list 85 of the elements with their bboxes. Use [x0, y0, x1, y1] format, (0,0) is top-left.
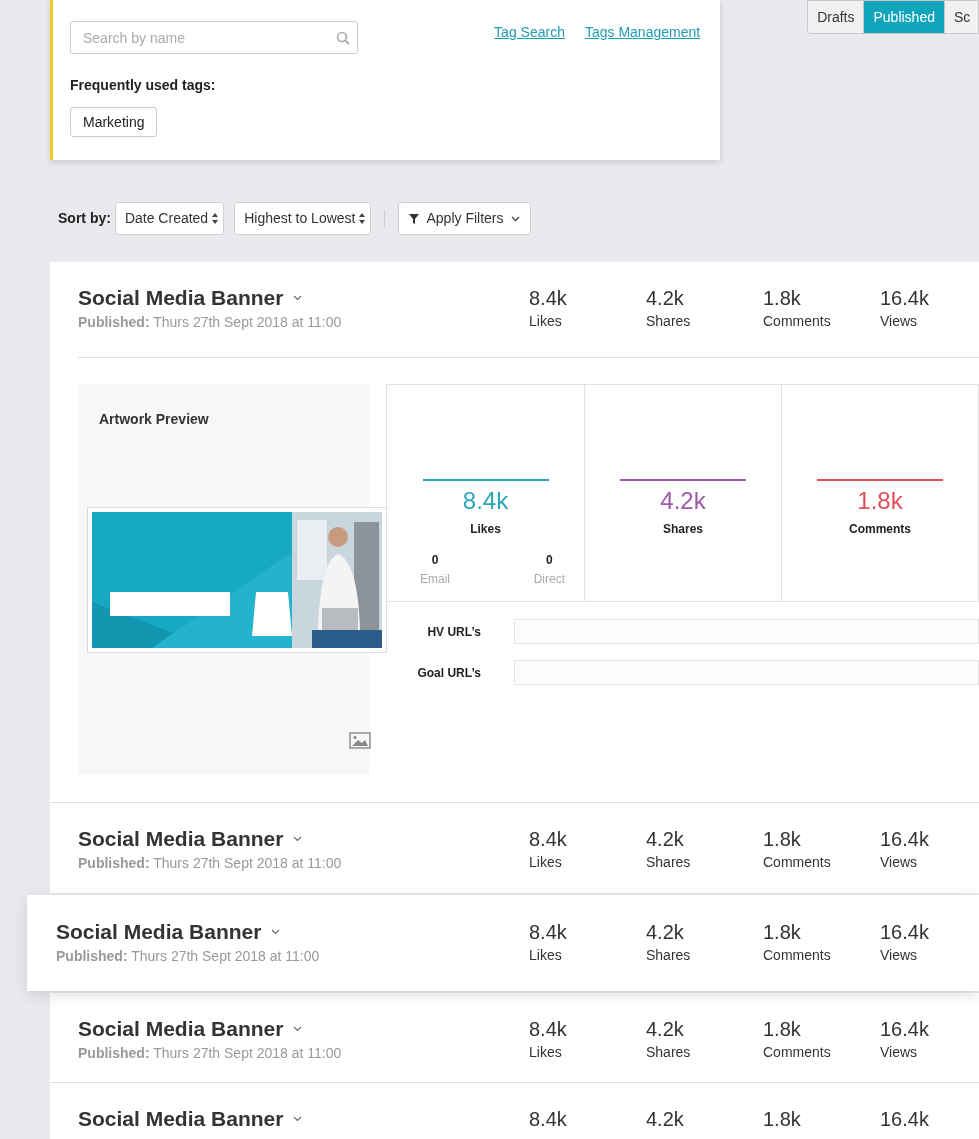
- stat-label: Views: [880, 312, 919, 330]
- status-tab[interactable]: Drafts: [808, 1, 864, 33]
- sort-arrows-icon: [212, 213, 219, 224]
- search-icon: [336, 31, 350, 45]
- post-title: Social Media Banner: [78, 1016, 284, 1042]
- stat-value: 4.2k: [646, 920, 684, 945]
- stat-value: 8.4k: [529, 1107, 567, 1132]
- tag-chip[interactable]: Marketing: [70, 107, 158, 137]
- stat-label: Views: [880, 1043, 919, 1061]
- breakdown-value: 0: [546, 552, 553, 569]
- published-date: Published: Thurs 27th Sept 2018 at 11:00: [78, 1044, 343, 1063]
- stat-value: 4.2k: [646, 286, 684, 311]
- post-title: Social Media Banner: [78, 1106, 284, 1132]
- metric-label: Shares: [663, 521, 703, 538]
- published-date: Published: Thurs 27th Sept 2018 at 11:00: [56, 947, 321, 966]
- stat-label: Comments: [763, 946, 832, 964]
- post-title: Social Media Banner: [56, 919, 262, 945]
- stat-label: Likes: [529, 853, 563, 871]
- search-field[interactable]: Search by name: [70, 21, 358, 54]
- stat-value: 16.4k: [880, 1107, 929, 1132]
- stat-label: Views: [880, 946, 919, 964]
- image-icon: [349, 732, 371, 749]
- stat-value: 4.2k: [646, 827, 684, 852]
- post-row[interactable]: Social Media Banner Published: Thurs 27th Sept 2018 at 11:00 8.4k Likes 4.2k Shares 1.8k Comments 16.4k Views: [50, 993, 979, 1083]
- stat-value: 1.8k: [763, 286, 801, 311]
- sort-select[interactable]: Highest to Lowest: [234, 202, 372, 235]
- field-label: HV URL’s: [426, 623, 481, 641]
- status-tab[interactable]: Sc: [943, 1, 978, 33]
- post-row[interactable]: Social Media Banner Published: Thurs 27th Sept 2018 at 11:00 8.4k Likes 4.2k Shares 1.8k Comments 16.4k Views: [50, 803, 979, 893]
- stat-label: Shares: [646, 853, 692, 871]
- metric-value: 4.2k: [660, 486, 706, 516]
- stat-value: 16.4k: [880, 827, 929, 852]
- stat-label: Likes: [529, 946, 563, 964]
- chevron-down-icon: [510, 215, 520, 222]
- chevron-down-icon[interactable]: [293, 1026, 303, 1032]
- chevron-down-icon[interactable]: [293, 295, 303, 301]
- breakdown-label: Direct: [533, 571, 565, 588]
- breakdown-label: Email: [420, 571, 450, 588]
- stat-label: Likes: [529, 312, 563, 330]
- post-row[interactable]: Social Media Banner Published: Thurs 27th Sept 2018 at 11:00 8.4k Likes 4.2k Shares 1.8k Comments 16.4k Views Artwork Preview 8.4k Likes 0 Email 0 Direct 4.2k Shares 1.8k Comments HV URL’s Goal URL’s: [50, 262, 979, 803]
- stat-value: 8.4k: [529, 286, 567, 311]
- stat-label: Comments: [763, 312, 832, 330]
- metric-label: Comments: [849, 521, 911, 538]
- stat-label: Comments: [763, 853, 832, 871]
- metric-value: 8.4k: [462, 486, 509, 516]
- tags-heading: Frequently used tags:: [70, 76, 217, 95]
- post-title: Social Media Banner: [78, 285, 284, 311]
- url-field[interactable]: [514, 660, 979, 685]
- apply-filters-button[interactable]: Apply Filters: [398, 202, 531, 235]
- chevron-down-icon[interactable]: [293, 836, 303, 842]
- url-field[interactable]: [514, 619, 979, 644]
- stat-label: Likes: [529, 1043, 563, 1061]
- stat-label: Comments: [763, 1043, 832, 1061]
- preview-title: Artwork Preview: [99, 410, 210, 429]
- stat-label: Views: [880, 853, 919, 871]
- stat-value: 16.4k: [880, 1017, 929, 1042]
- sort-label: Sort by:: [58, 209, 111, 228]
- chevron-down-icon[interactable]: [271, 929, 281, 935]
- stat-value: 1.8k: [763, 1107, 801, 1132]
- stat-value: 16.4k: [880, 286, 929, 311]
- stat-value: 16.4k: [880, 920, 929, 945]
- published-date: Published: Thurs 27th Sept 2018 at 11:00: [78, 313, 343, 332]
- stat-value: 1.8k: [763, 827, 801, 852]
- published-date: Published: Thurs 27th Sept 2018 at 11:00: [78, 854, 343, 873]
- stat-value: 8.4k: [529, 920, 567, 945]
- post-row[interactable]: Social Media Banner Published: Thurs 27th Sept 2018 at 11:00 8.4k Likes 4.2k Shares 1.8k Comments 16.4k Views: [27, 895, 979, 991]
- field-label: Goal URL’s: [416, 664, 481, 682]
- breakdown-value: 0: [431, 552, 439, 569]
- stat-value: 8.4k: [529, 1017, 567, 1042]
- filter-icon: [409, 213, 420, 224]
- sort-arrows-icon: [359, 213, 366, 224]
- metric-label: Likes: [470, 521, 501, 538]
- metric-value: 1.8k: [857, 486, 903, 516]
- stat-label: Shares: [646, 946, 692, 964]
- post-row[interactable]: Social Media Banner 8.4k 4.2k 1.8k 16.4k: [50, 1083, 979, 1139]
- chevron-down-icon[interactable]: [293, 1116, 303, 1122]
- stat-label: Shares: [646, 1043, 692, 1061]
- post-title: Social Media Banner: [78, 826, 284, 852]
- stat-label: Shares: [646, 312, 692, 330]
- stat-value: 1.8k: [763, 920, 801, 945]
- sort-select[interactable]: Date Created: [114, 202, 225, 235]
- stat-value: 8.4k: [529, 827, 567, 852]
- stat-value: 1.8k: [763, 1017, 801, 1042]
- stat-value: 4.2k: [646, 1017, 684, 1042]
- stat-value: 4.2k: [646, 1107, 684, 1132]
